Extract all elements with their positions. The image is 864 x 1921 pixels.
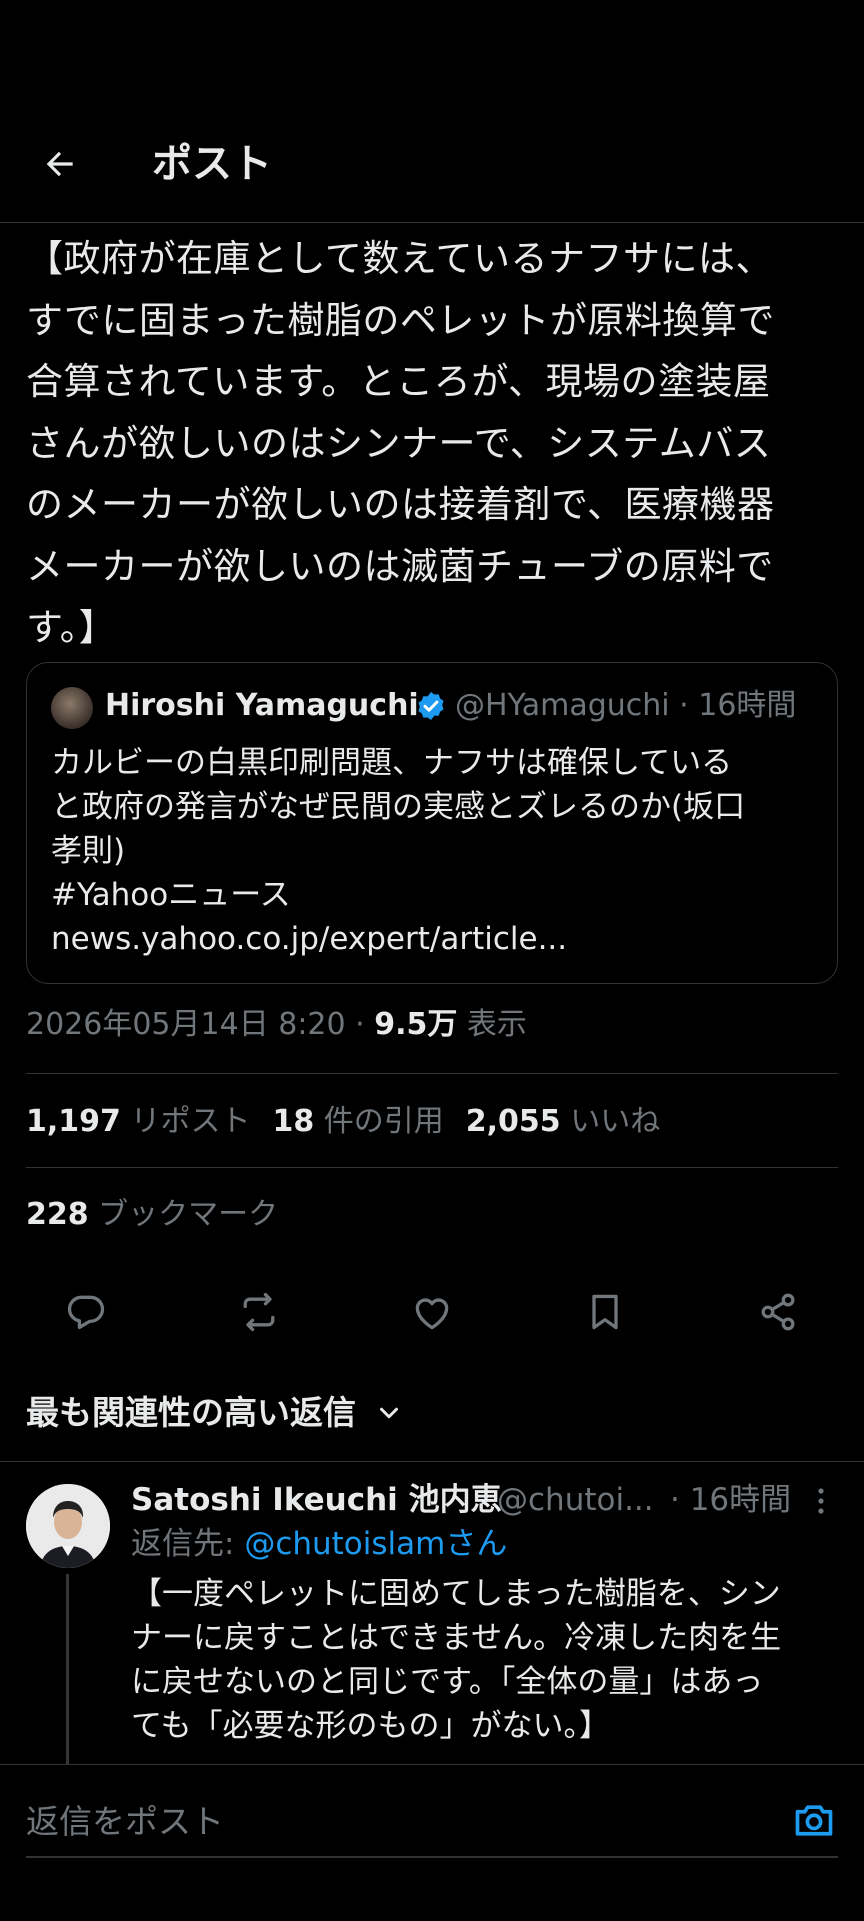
reply-author-name[interactable]: Satoshi Ikeuchi 池内恵 xyxy=(131,1478,502,1522)
quoted-text-line: 孝則) xyxy=(51,833,126,869)
reply-text: 【一度ペレットに固めてしまった樹脂を、シン ナーに戻すことはできません。冷凍した… xyxy=(131,1572,846,1748)
bookmark-icon xyxy=(592,1294,618,1330)
reposts-stat[interactable]: 1,197 リポスト xyxy=(26,1104,250,1139)
reply-to-label: 返信先: xyxy=(131,1526,245,1562)
page-title: ポスト xyxy=(152,141,272,187)
quoted-hashtag[interactable]: #Yahooニュース xyxy=(51,873,821,917)
engagement-stats: 1,197 リポスト 18 件の引用 2,055 いいね xyxy=(26,1100,660,1144)
likes-count: 2,055 xyxy=(465,1104,561,1139)
post-body-line: 【政府が在庫として数えているナフサには、 xyxy=(26,237,774,280)
reply-sort-dropdown[interactable]: 最も関連性の高い返信 xyxy=(26,1390,356,1436)
post-body-line: のメーカーが欲しいのは接着剤で、医療機器 xyxy=(26,483,775,526)
reposts-label: リポスト xyxy=(120,1104,251,1139)
bookmarks-stat[interactable]: 228 ブックマーク xyxy=(26,1193,278,1237)
bookmark-button[interactable] xyxy=(577,1284,633,1340)
likes-stat[interactable]: 2,055 いいね xyxy=(466,1104,660,1139)
quoted-post-card[interactable]: Hiroshi Yamaguchi @HYamaguchi · 16時間 カルビ… xyxy=(26,662,838,984)
quoted-author-avatar[interactable] xyxy=(51,687,93,729)
share-icon xyxy=(761,1293,795,1331)
like-icon xyxy=(415,1298,449,1330)
verified-badge-icon xyxy=(418,692,444,720)
reposts-count: 1,197 xyxy=(26,1104,121,1139)
action-bar xyxy=(0,1284,864,1340)
quoted-author-handle-time: @HYamaguchi · 16時間 xyxy=(455,688,797,723)
reply-author-handle[interactable]: @chutoi... xyxy=(497,1478,654,1522)
post-timestamp[interactable]: 2026年05月14日 8:20 xyxy=(26,1007,346,1042)
quotes-label: 件の引用 xyxy=(314,1104,444,1139)
meta-separator: · xyxy=(345,1007,375,1042)
share-button[interactable] xyxy=(750,1284,806,1340)
divider xyxy=(0,1461,864,1462)
quotes-count: 18 xyxy=(272,1104,315,1139)
reply-text-line: 【一度ペレットに固めてしまった樹脂を、シン xyxy=(131,1576,781,1612)
back-button[interactable] xyxy=(36,140,84,188)
post-body-line: 合算されています。ところが、現場の塗装屋 xyxy=(26,360,771,403)
post-meta: 2026年05月14日 8:20 · 9.5万 表示 xyxy=(26,1003,527,1047)
reply-icon xyxy=(67,1295,105,1330)
reply-author-avatar[interactable] xyxy=(26,1484,110,1568)
post-body-line: さんが欲しいのはシンナーで、システムバス xyxy=(26,421,772,465)
camera-icon xyxy=(795,1805,833,1836)
divider xyxy=(26,1073,838,1074)
top-bar xyxy=(0,0,864,223)
quoted-author-name[interactable]: Hiroshi Yamaguchi xyxy=(105,685,419,727)
bookmarks-count: 228 xyxy=(26,1197,89,1232)
reply-text-line: ても「必要な形のもの」がない。】 xyxy=(131,1708,610,1744)
arrow-left-icon xyxy=(46,151,73,177)
quoted-post-text: カルビーの白黒印刷問題、ナフサは確保している と政府の発言がなぜ民間の実感とズレ… xyxy=(51,741,821,961)
post-body-line: すでに固まった樹脂のペレットが原料換算で xyxy=(26,298,775,342)
post-body-line: す。】 xyxy=(26,606,117,649)
reply-to-handle-link[interactable]: @chutoislamさん xyxy=(244,1526,507,1562)
post-body-line: メーカーが欲しいのは滅菌チューブの原料で xyxy=(26,544,774,588)
avatar-portrait xyxy=(26,1484,110,1568)
reply-button[interactable] xyxy=(58,1284,114,1340)
quoted-text-line: と政府の発言がなぜ民間の実感とズレるのか(坂口 xyxy=(51,789,746,825)
reply-to-line: 返信先: @chutoislamさん xyxy=(131,1522,507,1566)
reply-text-line: に戻せないのと同じです。「全体の量」はあっ xyxy=(131,1664,764,1700)
views-label: 表示 xyxy=(457,1007,527,1042)
views-count: 9.5万 xyxy=(374,1007,458,1042)
post-body: 【政府が在庫として数えているナフサには、 すでに固まった樹脂のペレットが原料換算… xyxy=(26,228,838,659)
chevron-down-icon[interactable] xyxy=(374,1398,404,1428)
more-options-icon[interactable] xyxy=(808,1484,834,1518)
repost-icon xyxy=(243,1292,275,1332)
reply-time: · 16時間 xyxy=(670,1482,792,1518)
likes-label: いいね xyxy=(560,1104,661,1139)
bookmarks-label: ブックマーク xyxy=(88,1197,279,1232)
composer-underline xyxy=(26,1856,838,1858)
thread-connector xyxy=(66,1574,69,1764)
camera-button[interactable] xyxy=(788,1794,840,1846)
reply-text-line: ナーに戻すことはできません。冷凍した肉を生 xyxy=(131,1620,782,1656)
divider xyxy=(26,1167,838,1168)
quoted-link[interactable]: news.yahoo.co.jp/expert/article... xyxy=(51,917,821,961)
quoted-text-line: カルビーの白黒印刷問題、ナフサは確保している xyxy=(51,745,733,781)
reply-input[interactable] xyxy=(26,1794,766,1850)
like-button[interactable] xyxy=(404,1284,460,1340)
quotes-stat[interactable]: 18 件の引用 xyxy=(272,1104,443,1139)
repost-button[interactable] xyxy=(231,1284,287,1340)
